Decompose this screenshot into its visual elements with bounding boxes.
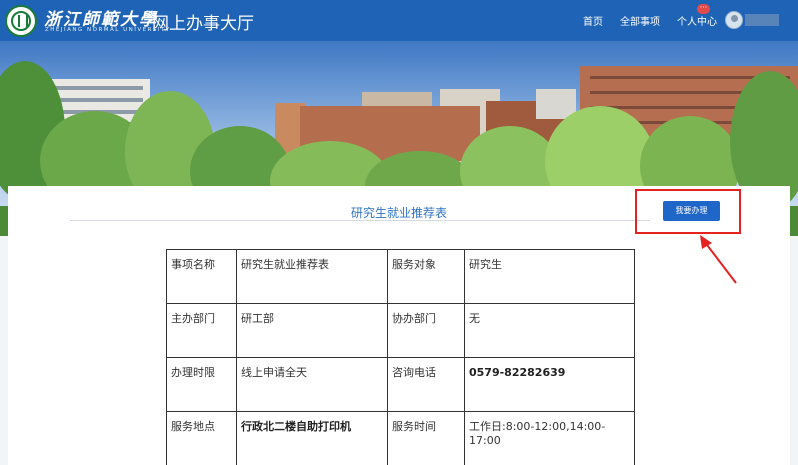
nav-user-center[interactable]: 个人中心 bbox=[677, 13, 717, 28]
table-cell: 研工部 bbox=[236, 303, 388, 358]
table-cell: 研究生 bbox=[464, 249, 635, 304]
table-row: 服务地点 行政北二楼自助打印机 服务时间 工作日:8:00-12:00,14:0… bbox=[166, 411, 635, 465]
content-card: 研究生就业推荐表 我要办理 事项名称 研究生就业推荐表 服务对象 研究生 主办部… bbox=[8, 186, 790, 465]
table-row: 主办部门 研工部 协办部门 无 bbox=[166, 303, 635, 358]
table-cell: 工作日:8:00-12:00,14:00-17:00 bbox=[464, 411, 635, 465]
table-cell: 服务对象 bbox=[387, 249, 465, 304]
notification-badge[interactable]: ··· bbox=[697, 4, 710, 14]
table-cell: 线上申请全天 bbox=[236, 357, 388, 412]
table-cell: 事项名称 bbox=[166, 249, 237, 304]
nav-all-items[interactable]: 全部事项 bbox=[620, 13, 660, 28]
table-cell: 咨询电话 bbox=[387, 357, 465, 412]
top-bar: 浙江師範大學 ZHEJIANG NORMAL UNIVERSITY 网上办事大厅… bbox=[0, 0, 798, 41]
table-cell: 服务地点 bbox=[166, 411, 237, 465]
table-cell: 主办部门 bbox=[166, 303, 237, 358]
table-cell: 协办部门 bbox=[387, 303, 465, 358]
table-cell: 行政北二楼自助打印机 bbox=[236, 411, 388, 465]
table-row: 办理时限 线上申请全天 咨询电话 0579-82282639 bbox=[166, 357, 635, 412]
table-cell: 0579-82282639 bbox=[464, 357, 635, 412]
item-info-table: 事项名称 研究生就业推荐表 服务对象 研究生 主办部门 研工部 协办部门 无 办… bbox=[166, 249, 635, 465]
table-cell: 无 bbox=[464, 303, 635, 358]
annotation-arrow-icon bbox=[700, 235, 737, 284]
apply-button[interactable]: 我要办理 bbox=[663, 201, 720, 221]
table-cell: 服务时间 bbox=[387, 411, 465, 465]
table-cell: 办理时限 bbox=[166, 357, 237, 412]
nav-home[interactable]: 首页 bbox=[583, 13, 603, 28]
title-divider bbox=[70, 220, 650, 221]
user-name-blurred bbox=[745, 14, 779, 26]
avatar[interactable] bbox=[725, 11, 743, 29]
table-row: 事项名称 研究生就业推荐表 服务对象 研究生 bbox=[166, 249, 635, 304]
portal-title: 网上办事大厅 bbox=[152, 14, 254, 34]
table-cell: 研究生就业推荐表 bbox=[236, 249, 388, 304]
school-logo-icon[interactable] bbox=[5, 5, 37, 37]
